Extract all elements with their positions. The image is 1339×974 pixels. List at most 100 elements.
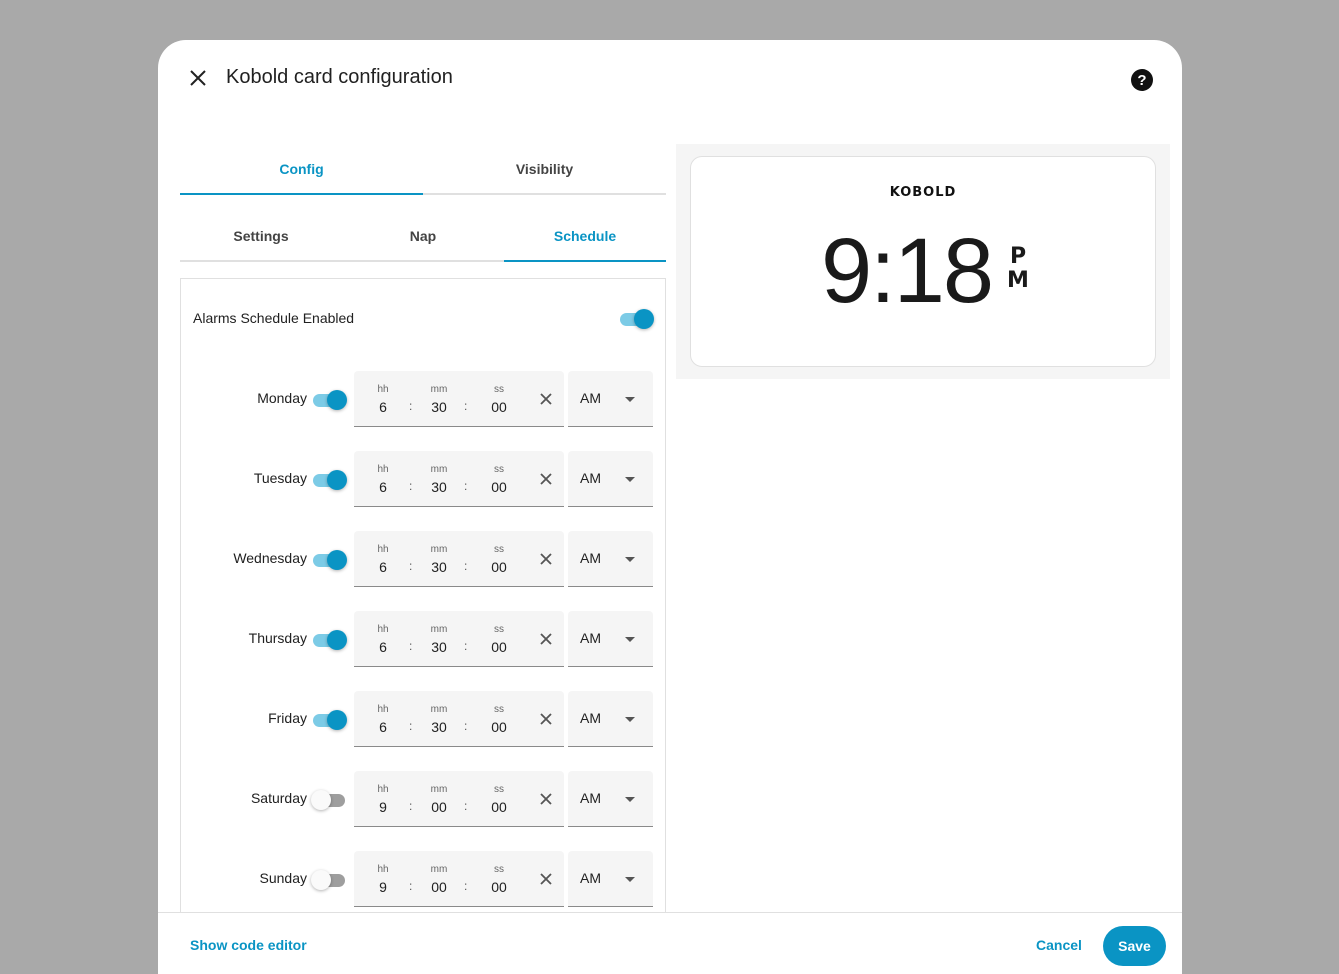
minutes-field[interactable]: mm 30 [424,464,454,495]
seconds-field[interactable]: ss 00 [482,384,516,415]
minutes-label: mm [430,624,448,635]
time-input[interactable]: hh 6: mm 30: ss 00 [354,371,564,427]
hours-field[interactable]: hh 6 [368,544,398,575]
dialog-title: Kobold card configuration [226,66,453,88]
hours-label: hh [377,864,389,875]
hours-value: 6 [379,719,387,735]
help-icon[interactable]: ? [1130,68,1154,92]
show-code-editor-button[interactable]: Show code editor [190,937,307,953]
ampm-select[interactable]: AM [568,611,653,667]
clear-icon[interactable] [536,709,556,729]
close-icon[interactable] [182,62,214,94]
toggle-knob [327,710,347,730]
time-separator: : [464,719,468,733]
clear-icon[interactable] [536,869,556,889]
ampm-select[interactable]: AM [568,771,653,827]
ampm-select[interactable]: AM [568,691,653,747]
tab-nap[interactable]: Nap [342,212,504,260]
time-input[interactable]: hh 9: mm 00: ss 00 [354,851,564,907]
minutes-field[interactable]: mm 30 [424,544,454,575]
toggle-knob [327,550,347,570]
tab-schedule[interactable]: Schedule [504,212,666,262]
minutes-value: 30 [431,399,447,415]
day-row-wednesday: Wednesday hh 6: mm 30: ss 00 AM [181,531,667,587]
kobold-card-preview: KOBOLD 9:18 P M [690,156,1156,367]
clear-icon[interactable] [536,629,556,649]
ampm-select[interactable]: AM [568,451,653,507]
seconds-field[interactable]: ss 00 [482,624,516,655]
seconds-label: ss [494,784,504,795]
minutes-label: mm [430,544,448,555]
minutes-value: 30 [431,479,447,495]
minutes-field[interactable]: mm 30 [424,384,454,415]
tab-config[interactable]: Config [180,144,423,195]
hours-label: hh [377,464,389,475]
time-input[interactable]: hh 6: mm 30: ss 00 [354,611,564,667]
day-toggle[interactable] [311,549,347,571]
minutes-field[interactable]: mm 00 [424,864,454,895]
day-toggle[interactable] [311,389,347,411]
minutes-field[interactable]: mm 30 [424,624,454,655]
preview-area: KOBOLD 9:18 P M [676,144,1170,379]
hours-field[interactable]: hh 6 [368,624,398,655]
schedule-enabled-toggle[interactable] [618,308,654,330]
seconds-label: ss [494,464,504,475]
meridiem-bottom: M [1007,268,1029,293]
time-separator: : [409,719,413,733]
hours-field[interactable]: hh 6 [368,384,398,415]
minutes-value: 30 [431,639,447,655]
day-row-saturday: Saturday hh 9: mm 00: ss 00 AM [181,771,667,827]
ampm-select[interactable]: AM [568,851,653,907]
seconds-field[interactable]: ss 00 [482,864,516,895]
sub-tabs: Settings Nap Schedule [180,212,666,262]
time-input[interactable]: hh 6: mm 30: ss 00 [354,531,564,587]
hours-value: 6 [379,639,387,655]
minutes-field[interactable]: mm 30 [424,704,454,735]
meridiem-top: P [1009,244,1027,269]
clear-icon[interactable] [536,469,556,489]
caret-down-icon [625,717,635,722]
tab-visibility[interactable]: Visibility [423,144,666,193]
day-toggle[interactable] [311,469,347,491]
seconds-field[interactable]: ss 00 [482,464,516,495]
day-toggle[interactable] [311,789,347,811]
cancel-button[interactable]: Cancel [1036,937,1082,953]
seconds-field[interactable]: ss 00 [482,544,516,575]
toggle-knob [327,630,347,650]
seconds-label: ss [494,624,504,635]
clear-icon[interactable] [536,789,556,809]
minutes-label: mm [430,704,448,715]
seconds-value: 00 [491,479,507,495]
hours-field[interactable]: hh 6 [368,464,398,495]
clear-icon[interactable] [536,389,556,409]
toggle-knob [311,870,331,890]
seconds-field[interactable]: ss 00 [482,704,516,735]
day-row-monday: Monday hh 6: mm 30: ss 00 AM [181,371,667,427]
ampm-value: AM [580,630,601,646]
ampm-select[interactable]: AM [568,531,653,587]
ampm-select[interactable]: AM [568,371,653,427]
day-toggle[interactable] [311,709,347,731]
hours-field[interactable]: hh 9 [368,864,398,895]
time-input[interactable]: hh 9: mm 00: ss 00 [354,771,564,827]
time-input[interactable]: hh 6: mm 30: ss 00 [354,451,564,507]
day-row-friday: Friday hh 6: mm 30: ss 00 AM [181,691,667,747]
time-separator: : [409,799,413,813]
seconds-field[interactable]: ss 00 [482,784,516,815]
ampm-value: AM [580,710,601,726]
caret-down-icon [625,397,635,402]
tab-settings[interactable]: Settings [180,212,342,260]
time-input[interactable]: hh 6: mm 30: ss 00 [354,691,564,747]
save-button[interactable]: Save [1103,926,1166,966]
day-label: Sunday [259,870,307,886]
day-toggle[interactable] [311,869,347,891]
clear-icon[interactable] [536,549,556,569]
seconds-value: 00 [491,719,507,735]
seconds-value: 00 [491,559,507,575]
minutes-label: mm [430,464,448,475]
minutes-field[interactable]: mm 00 [424,784,454,815]
hours-field[interactable]: hh 9 [368,784,398,815]
hours-field[interactable]: hh 6 [368,704,398,735]
toggle-knob [311,790,331,810]
day-toggle[interactable] [311,629,347,651]
